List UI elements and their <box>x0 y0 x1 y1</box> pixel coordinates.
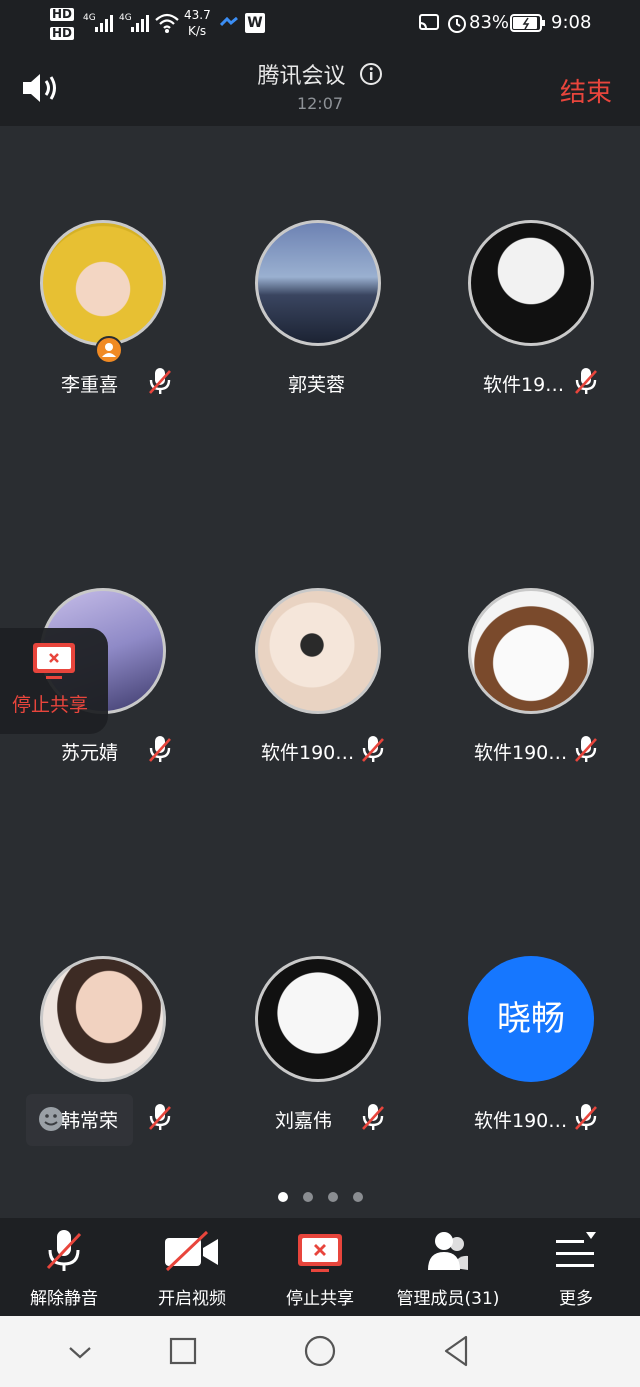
participant-name: 李重喜 <box>61 374 119 396</box>
net-speed-value: 43.7 <box>184 8 211 22</box>
nav-down-icon[interactable] <box>66 1338 94 1366</box>
host-badge-icon <box>95 336 123 364</box>
participant-avatar[interactable] <box>468 220 594 346</box>
participant-avatar-text[interactable]: 晓畅 <box>468 956 594 1082</box>
participant-name: 韩常荣 <box>61 1110 119 1132</box>
stop-share-button[interactable]: 停止共享 <box>256 1218 384 1316</box>
participant-name: 刘嘉伟 <box>275 1110 333 1132</box>
nav-home-icon[interactable] <box>303 1334 337 1368</box>
cast-icon <box>419 14 439 30</box>
participant-avatar[interactable] <box>255 588 381 714</box>
screen-share-icon <box>298 1234 342 1272</box>
meeting-title-text: 腾讯会议 <box>257 64 346 89</box>
floating-stop-share-label: 停止共享 <box>12 694 89 716</box>
battery-percent: 83% <box>469 12 510 33</box>
mic-muted-icon <box>149 368 171 394</box>
participant-avatar[interactable] <box>40 220 166 346</box>
page-indicator-dot[interactable] <box>328 1192 338 1202</box>
net-speed-unit: K/s <box>188 24 207 38</box>
hd2-badge: HD <box>50 26 75 40</box>
mic-muted-icon <box>46 1230 82 1271</box>
wps-icon: W <box>245 13 265 33</box>
stop-share-label: 停止共享 <box>286 1289 354 1309</box>
unmute-label: 解除静音 <box>30 1289 98 1309</box>
mic-muted-icon <box>149 1104 171 1130</box>
participant-name: 软件190… <box>474 742 568 764</box>
unmute-button[interactable]: 解除静音 <box>0 1218 128 1316</box>
signal-icon <box>95 15 113 32</box>
more-icon <box>556 1232 596 1267</box>
more-label: 更多 <box>559 1289 593 1309</box>
participant-name: 苏元婧 <box>61 742 119 764</box>
nav-recents-icon[interactable] <box>168 1336 198 1366</box>
mic-muted-icon <box>575 368 597 394</box>
hd1-badge: HD <box>50 7 75 21</box>
video-off-icon <box>165 1230 218 1272</box>
page-indicator-dot[interactable] <box>303 1192 313 1202</box>
participant-name: 软件19… <box>483 374 565 396</box>
meeting-timer: 12:07 <box>296 94 344 113</box>
manage-members-button[interactable]: 管理成员(31) <box>384 1218 512 1316</box>
members-icon <box>428 1232 468 1270</box>
participant-name: 郭芙蓉 <box>288 374 346 396</box>
alarm-icon <box>448 15 466 33</box>
participant-name: 软件190… <box>474 1110 568 1132</box>
manage-members-label: 管理成员(31) <box>396 1289 500 1309</box>
page-indicator-dot[interactable] <box>353 1192 363 1202</box>
mic-muted-icon <box>575 1104 597 1130</box>
page-indicator-dot[interactable] <box>278 1192 288 1202</box>
nav-back-icon[interactable] <box>440 1334 472 1368</box>
mic-muted-icon <box>575 736 597 762</box>
mic-muted-icon <box>362 736 384 762</box>
participant-name: 软件190… <box>261 742 355 764</box>
end-meeting-button[interactable]: 结束 <box>560 72 612 109</box>
start-video-button[interactable]: 开启视频 <box>128 1218 256 1316</box>
participant-avatar[interactable] <box>255 956 381 1082</box>
participant-avatar[interactable] <box>255 220 381 346</box>
wifi-icon <box>155 13 179 33</box>
battery-icon <box>510 14 545 32</box>
signal-icon <box>131 15 149 32</box>
participant-avatar[interactable] <box>468 588 594 714</box>
participant-avatar[interactable] <box>40 956 166 1082</box>
more-button[interactable]: 更多 <box>512 1218 640 1316</box>
screen-share-icon <box>33 643 75 679</box>
meeting-title[interactable]: 腾讯会议 <box>0 58 640 90</box>
clock: 9:08 <box>551 12 592 33</box>
status-bar: HD HD 4G 4G 43.7 K/s W 83% 9:08 <box>0 0 640 48</box>
info-icon[interactable] <box>359 62 383 86</box>
app-notify-icon <box>220 17 238 27</box>
mic-muted-icon <box>362 1104 384 1130</box>
mic-muted-icon <box>149 736 171 762</box>
start-video-label: 开启视频 <box>158 1289 226 1309</box>
